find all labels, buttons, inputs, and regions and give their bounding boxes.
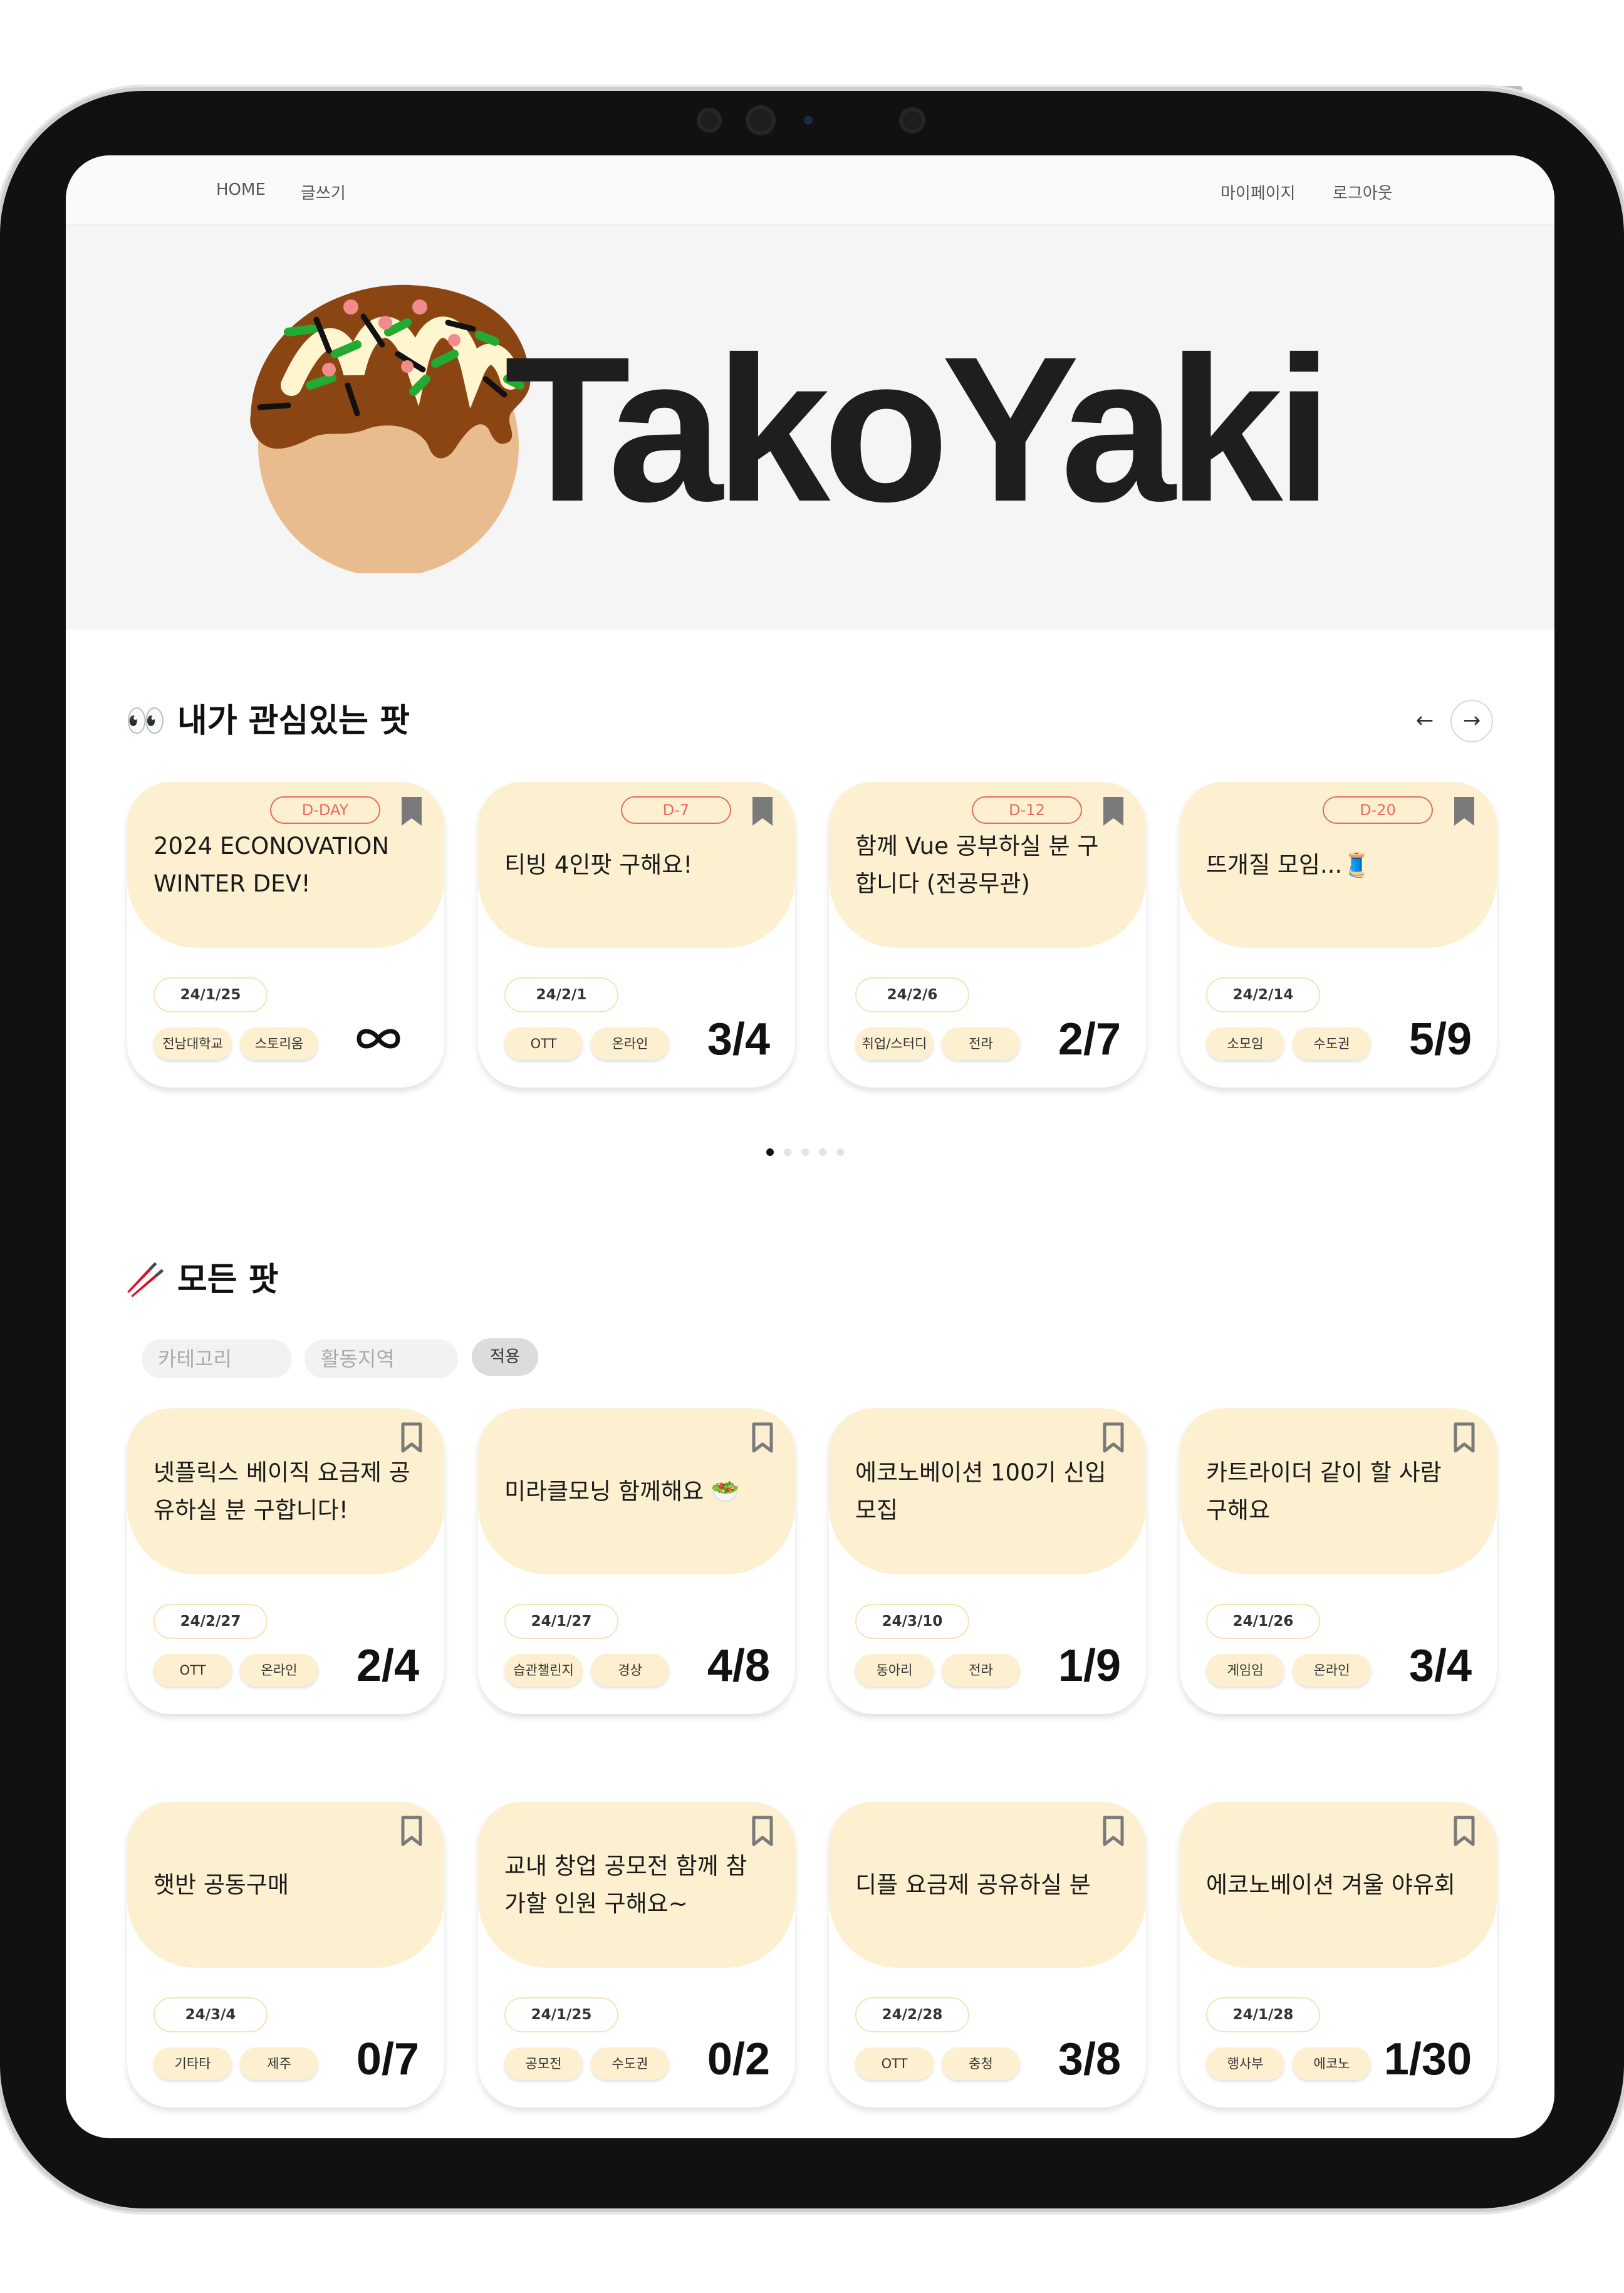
camera-indicator-icon (804, 116, 813, 125)
card-tag: 온라인 (240, 1654, 318, 1687)
card-title: 티빙 4인팟 구해요! (504, 851, 693, 878)
party-card[interactable]: D-12 함께 Vue 공부하실 분 구합니다 (전공무관) 24/2/6 취업/스터… (829, 782, 1146, 1088)
card-tag: 게임임 (1206, 1654, 1284, 1687)
card-tag: 기타타 (154, 2047, 232, 2080)
card-title: 미라클모닝 함께해요 🥗 (504, 1477, 740, 1505)
hero-title: TakoYaki (504, 313, 1333, 544)
infinity-icon (354, 1023, 403, 1054)
card-title: 2024 ECONOVATION WINTER DEV! (154, 832, 390, 897)
pagination-dot[interactable] (784, 1148, 791, 1156)
party-card[interactable]: D-20 뜨개질 모임...🧵 24/2/14 소모임 수도권 5/9 (1180, 782, 1497, 1088)
party-card[interactable]: 디플 요금제 공유하실 분 24/2/28 OTT 충청 3/8 (829, 1802, 1146, 2108)
card-tag: 스토리움 (240, 1027, 318, 1060)
all-section-title: 🥢 모든 팟 (125, 1261, 279, 1299)
card-date: 24/3/4 (154, 1997, 268, 2032)
card-title: 디플 요금제 공유하실 분 (855, 1871, 1091, 1898)
card-date: 24/1/27 (504, 1604, 618, 1639)
member-count: 1/9 (1058, 1641, 1121, 1691)
party-card[interactable]: 교내 창업 공모전 함께 참가할 인원 구해요~ 24/1/25 공모전 수도권 0/2 (478, 1802, 795, 2108)
card-tag: OTT (154, 1654, 232, 1687)
card-title: 에코노베이션 100기 신입 모집 (855, 1458, 1106, 1524)
camera-lens-icon (746, 105, 776, 135)
member-count: 0/7 (356, 2034, 419, 2084)
card-tag: 온라인 (591, 1027, 669, 1060)
member-count: 1/30 (1383, 2034, 1472, 2084)
member-count: 2/4 (356, 1641, 419, 1691)
member-count: 2/7 (1058, 1014, 1121, 1064)
card-tag: 공모전 (504, 2047, 583, 2080)
card-date: 24/1/25 (154, 977, 268, 1012)
card-date: 24/2/28 (855, 1997, 969, 2032)
card-tag: 경상 (591, 1654, 669, 1687)
card-title: 햇반 공동구매 (154, 1871, 289, 1898)
card-date: 24/2/6 (855, 977, 969, 1012)
pagination-dot-active[interactable] (766, 1148, 774, 1156)
card-tag: 전라 (942, 1654, 1020, 1687)
nav-mypage-link[interactable]: 마이페이지 (1221, 180, 1296, 204)
prev-arrow-icon[interactable]: ← (1405, 701, 1445, 741)
card-tag: 수도권 (1293, 1027, 1371, 1060)
party-card[interactable]: 햇반 공동구매 24/3/4 기타타 제주 0/7 (127, 1802, 444, 2108)
party-card[interactable]: 에코노베이션 겨울 야유회 24/1/28 행사부 에코노 1/30 (1180, 1802, 1497, 2108)
card-title: 넷플릭스 베이직 요금제 공유하실 분 구합니다! (154, 1458, 410, 1524)
card-date: 24/2/14 (1206, 977, 1320, 1012)
pagination-dot[interactable] (836, 1148, 844, 1156)
party-card[interactable]: D-DAY 2024 ECONOVATION WINTER DEV! 24/1/25… (127, 782, 444, 1088)
card-title: 교내 창업 공모전 함께 참가할 인원 구해요~ (504, 1852, 747, 1917)
card-tag: 전남대학교 (154, 1027, 232, 1060)
card-tag: 에코노 (1293, 2047, 1371, 2080)
card-tag: 행사부 (1206, 2047, 1284, 2080)
card-tag: 동아리 (855, 1654, 934, 1687)
card-tag: 수도권 (591, 2047, 669, 2080)
card-date: 24/2/1 (504, 977, 618, 1012)
member-count: 3/4 (707, 1014, 770, 1064)
nav-home-link[interactable]: HOME (216, 180, 266, 199)
card-tag: 충청 (942, 2047, 1020, 2080)
card-date: 24/3/10 (855, 1604, 969, 1639)
card-tag: OTT (855, 2047, 934, 2080)
card-title: 에코노베이션 겨울 야유회 (1206, 1871, 1455, 1898)
card-tag: 전라 (942, 1027, 1020, 1060)
camera-sensor-icon (697, 108, 722, 133)
party-card[interactable]: 카트라이더 같이 할 사람 구해요 24/1/26 게임임 온라인 3/4 (1180, 1408, 1497, 1714)
camera-sensor-icon (899, 107, 925, 133)
hero-banner: TakoYaki (66, 226, 1554, 630)
member-count: 3/8 (1058, 2034, 1121, 2084)
nav-write-link[interactable]: 글쓰기 (301, 180, 346, 204)
card-tag: 습관챌린지 (504, 1654, 583, 1687)
nav-logout-link[interactable]: 로그아웃 (1333, 180, 1393, 204)
member-count: 0/2 (707, 2034, 770, 2084)
pagination-dot[interactable] (801, 1148, 809, 1156)
card-title: 함께 Vue 공부하실 분 구합니다 (전공무관) (855, 832, 1099, 897)
member-count: 4/8 (707, 1641, 770, 1691)
member-count: 3/4 (1408, 1641, 1472, 1691)
party-card[interactable]: D-7 티빙 4인팟 구해요! 24/2/1 OTT 온라인 3/4 (478, 782, 795, 1088)
card-tag: 제주 (240, 2047, 318, 2080)
party-card[interactable]: 미라클모닝 함께해요 🥗 24/1/27 습관챌린지 경상 4/8 (478, 1408, 795, 1714)
card-tag: OTT (504, 1027, 583, 1060)
interest-section-title: 👀 내가 관심있는 팟 (125, 702, 410, 740)
card-title: 뜨개질 모임...🧵 (1206, 851, 1372, 878)
party-card[interactable]: 에코노베이션 100기 신입 모집 24/3/10 동아리 전라 1/9 (829, 1408, 1146, 1714)
card-date: 24/1/25 (504, 1997, 618, 2032)
card-date: 24/2/27 (154, 1604, 268, 1639)
region-filter-select[interactable]: 활동지역 (304, 1339, 458, 1378)
member-count: 5/9 (1408, 1014, 1472, 1064)
apply-filter-button[interactable]: 적용 (472, 1338, 538, 1376)
card-date: 24/1/28 (1206, 1997, 1320, 2032)
card-tag: 온라인 (1293, 1654, 1371, 1687)
app-screen: HOME 글쓰기 마이페이지 로그아웃 TakoYaki 👀 내가 관심있는 팟… (66, 155, 1554, 2138)
card-tag: 취업/스터디 (855, 1027, 934, 1060)
category-filter-select[interactable]: 카테고리 (142, 1339, 292, 1378)
pagination-dot[interactable] (819, 1148, 826, 1156)
card-title: 카트라이더 같이 할 사람 구해요 (1206, 1458, 1442, 1524)
carousel-pagination (766, 1146, 854, 1158)
next-arrow-icon[interactable]: → (1450, 700, 1493, 742)
party-card[interactable]: 넷플릭스 베이직 요금제 공유하실 분 구합니다! 24/2/27 OTT 온라인 2/… (127, 1408, 444, 1714)
card-date: 24/1/26 (1206, 1604, 1320, 1639)
top-nav: HOME 글쓰기 마이페이지 로그아웃 (66, 155, 1554, 226)
card-tag: 소모임 (1206, 1027, 1284, 1060)
